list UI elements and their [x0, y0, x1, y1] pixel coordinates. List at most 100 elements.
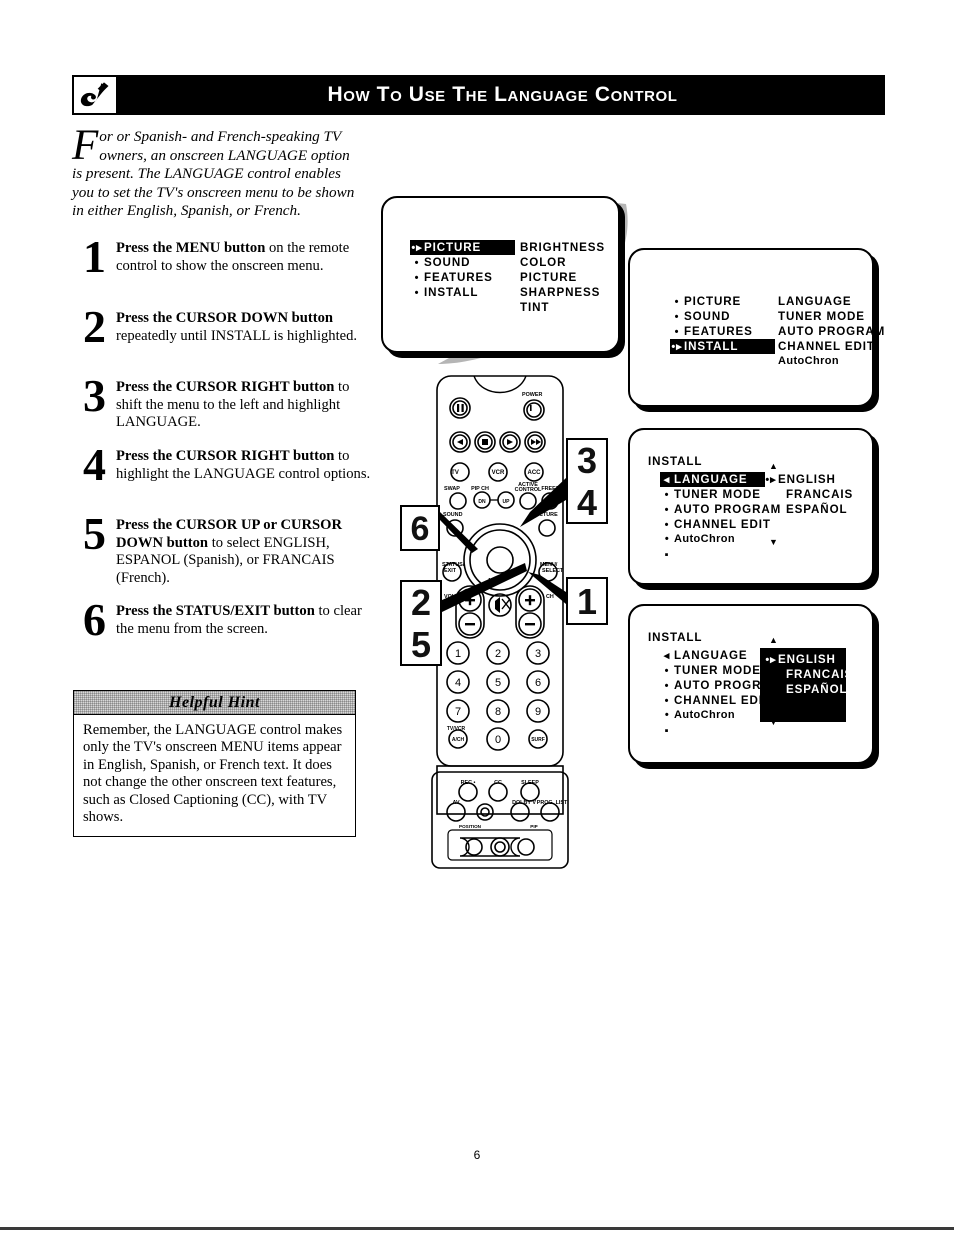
step-3: 3 Press the CURSOR RIGHT button to shift… — [72, 373, 372, 432]
svg-text:FREEZE: FREEZE — [541, 486, 563, 492]
svg-text:VCR: VCR — [492, 470, 505, 476]
osd2-label: FEATURES — [684, 325, 753, 338]
helpful-hint-body: Remember, the LANGUAGE control makes onl… — [83, 722, 343, 826]
helpful-hint-heading: Helpful Hint — [74, 691, 355, 715]
callout-1-number: 1 — [576, 581, 598, 622]
svg-text:6: 6 — [535, 677, 541, 689]
bullet-icon: • — [414, 272, 420, 284]
svg-text:7: 7 — [455, 706, 461, 718]
drop-cap: F — [72, 122, 99, 169]
manual-page: How to Use the Language Control For or S… — [0, 0, 954, 1235]
osd2-label: INSTALL — [684, 340, 739, 353]
step-bold: Press the CURSOR DOWN button — [116, 310, 334, 326]
intro-text: or or Spanish- and French-speaking TV ow… — [72, 128, 355, 220]
osd2-right-item: TUNER MODE — [778, 310, 865, 323]
step-number: 1 — [83, 231, 106, 282]
osd4-label: CHANNEL EDIT — [674, 694, 771, 707]
osd3-item-autochron: • AutoChron — [660, 532, 765, 547]
osd3-label: LANGUAGE — [674, 473, 748, 486]
callout-3: 3 — [576, 440, 598, 481]
svg-text:PICTURE: PICTURE — [534, 512, 558, 518]
osd4-right-english: •▸ENGLISH — [764, 652, 853, 667]
osd4-scroll-up-icon: ▲ — [769, 635, 778, 645]
osd4-label: AutoChron — [674, 709, 736, 721]
svg-text:5: 5 — [495, 677, 501, 689]
osd4-item-language: ◂ LANGUAGE — [660, 648, 765, 663]
osd3-item-language: ◂ LANGUAGE — [660, 472, 765, 487]
svg-text:1: 1 — [455, 648, 461, 660]
bullet-icon: • — [664, 519, 670, 531]
svg-text:MUTE: MUTE — [488, 578, 504, 584]
osd3-item-more: ▪ — [660, 547, 765, 562]
osd4-title: INSTALL — [648, 631, 703, 644]
osd4-item-more: ▪ — [660, 723, 765, 738]
osd3-right-francais: FRANCAIS — [786, 488, 854, 501]
osd4-label: TUNER MODE — [674, 664, 761, 677]
bullet-icon: • — [674, 296, 680, 308]
osd4-right-francais: FRANCAIS — [786, 668, 854, 681]
svg-text:2: 2 — [495, 648, 501, 660]
osd1-item-install: • INSTALL — [410, 285, 515, 300]
bullet-icon: • — [414, 257, 420, 269]
osd1-right-item: PICTURE — [520, 271, 578, 284]
svg-text:UP: UP — [503, 499, 511, 505]
osd2-right-item: AutoChron — [778, 355, 840, 367]
svg-text:VOL: VOL — [444, 594, 456, 600]
step-bold: Press the CURSOR RIGHT button — [116, 379, 335, 395]
step-5: 5 Press the CURSOR UP or CURSOR DOWN but… — [72, 511, 372, 587]
bullet-icon: • — [664, 504, 670, 516]
bullet-icon: • — [664, 680, 670, 692]
step-number: 4 — [83, 439, 106, 490]
osd4-right-espanol: ESPAÑOL — [786, 683, 848, 696]
helpful-hint-box: Helpful Hint Remember, the LANGUAGE cont… — [73, 690, 356, 838]
svg-text:CH: CH — [546, 594, 554, 600]
osd3-label: CHANNEL EDIT — [674, 518, 771, 531]
bullet-icon: • — [664, 665, 670, 677]
osd3-right-label: ENGLISH — [778, 473, 836, 486]
svg-text:0: 0 — [495, 734, 501, 746]
osd2-label: PICTURE — [684, 295, 742, 308]
step-text: Press the STATUS/EXIT button to clear th… — [116, 603, 372, 638]
svg-text:POSITION: POSITION — [459, 824, 482, 829]
osd-screen-4: INSTALL ◂ LANGUAGE • TUNER MODE • AUTO PROG… — [628, 604, 874, 764]
osd4-scroll-down-icon: ▼ — [769, 717, 778, 727]
svg-text:ACC: ACC — [528, 470, 542, 476]
osd1-label: PICTURE — [424, 241, 482, 254]
callout-6-number: 6 — [410, 510, 430, 548]
callout-1: 1 — [566, 577, 608, 625]
osd1-right-item: COLOR — [520, 256, 567, 269]
osd2-label: SOUND — [684, 310, 731, 323]
osd3-title: INSTALL — [648, 455, 703, 468]
brand-logo — [72, 75, 118, 115]
cursor-marker-icon: •▸ — [671, 341, 683, 353]
cursor-marker-icon: •▸ — [765, 474, 777, 486]
osd2-item-picture: • PICTURE — [670, 294, 775, 309]
osd3-left-column: ◂ LANGUAGE • TUNER MODE • AUTO PROGRAM • CHA… — [660, 472, 781, 562]
osd4-item-channel-edit: • CHANNEL EDIT — [660, 693, 770, 708]
svg-text:PIP: PIP — [530, 824, 537, 829]
svg-text:PIP CH: PIP CH — [471, 486, 489, 492]
osd3-item-auto-program: • AUTO PROGRAM — [660, 502, 781, 517]
svg-text:A/CH: A/CH — [452, 737, 465, 743]
osd2-item-install: •▸INSTALL — [670, 339, 775, 354]
step-text: Press the CURSOR RIGHT button to shift t… — [116, 379, 372, 432]
bullet-icon: • — [674, 326, 680, 338]
osd3-item-channel-edit: • CHANNEL EDIT — [660, 517, 770, 532]
remote-label-power: POWER — [522, 392, 542, 398]
svg-text:3: 3 — [535, 648, 541, 660]
osd1-label: SOUND — [424, 256, 471, 269]
step-1: 1 Press the MENU button on the remote co… — [72, 234, 372, 280]
step-text: Press the CURSOR UP or CURSOR DOWN butto… — [116, 517, 372, 587]
osd1-label: FEATURES — [424, 271, 493, 284]
svg-text:SURF: SURF — [531, 737, 545, 743]
step-rest: repeatedly until INSTALL is highlighted. — [116, 327, 358, 344]
osd4-right-label: ENGLISH — [778, 653, 836, 666]
step-text: Press the CURSOR RIGHT button to highlig… — [116, 448, 372, 483]
step-number: 5 — [83, 508, 106, 559]
osd2-item-sound: • SOUND — [670, 309, 775, 324]
osd1-label: INSTALL — [424, 286, 479, 299]
step-6: 6 Press the STATUS/EXIT button to clear … — [72, 597, 372, 643]
bullet-icon: ▪ — [664, 725, 670, 737]
step-number: 6 — [83, 594, 106, 645]
callout-2: 2 — [410, 582, 432, 623]
